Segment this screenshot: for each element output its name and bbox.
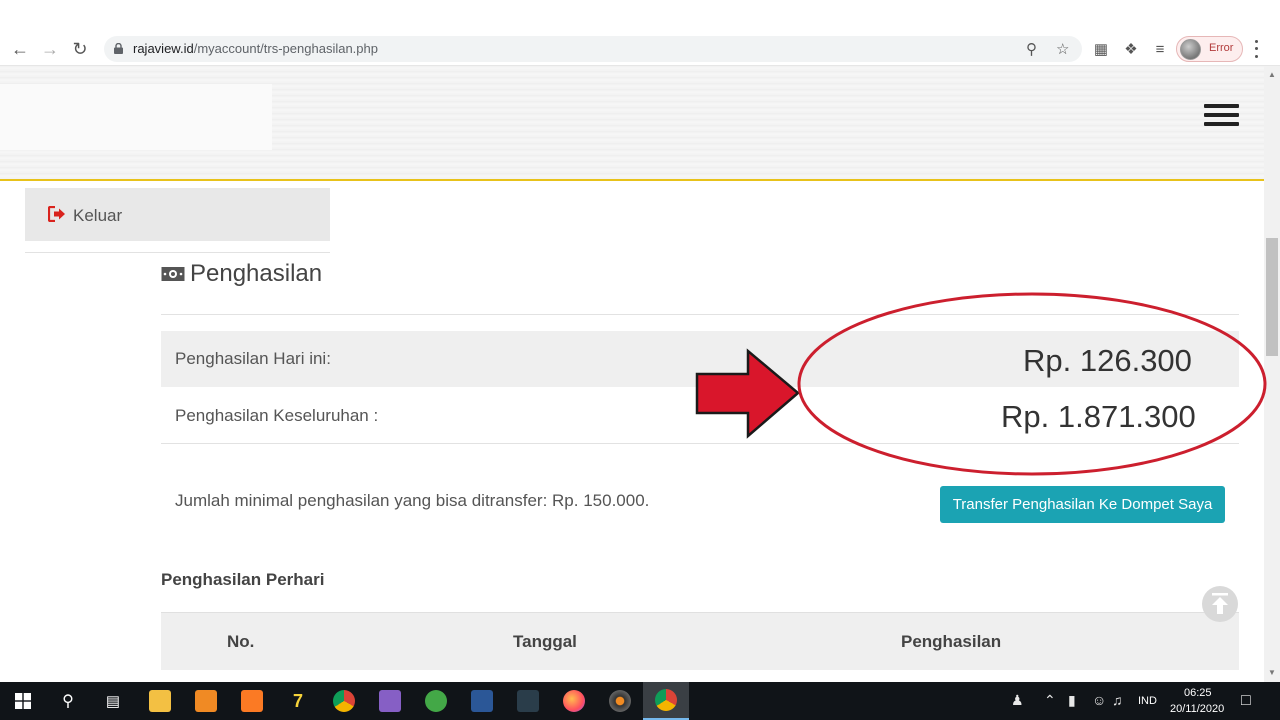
profile-button[interactable]: Error (1176, 36, 1243, 62)
folder-icon (149, 690, 171, 712)
wifi-icon[interactable]: ☺ (1092, 692, 1106, 708)
divider (161, 314, 1239, 315)
taskbar-app-visual-studio[interactable] (367, 682, 413, 720)
taskbar-app-sublime-text[interactable] (183, 682, 229, 720)
arrow-up-icon (1212, 593, 1228, 614)
column-header-no: No. (227, 632, 255, 651)
page-title: Penghasilan (190, 260, 323, 287)
sidebar-divider (25, 252, 330, 253)
address-bar[interactable]: rajaview.id/myaccount/trs-penghasilan.ph… (104, 36, 1082, 62)
task-view-button[interactable]: ▤ (90, 682, 136, 720)
column-header-earnings: Penghasilan (901, 632, 1002, 651)
earnings-today-row: Penghasilan Hari ini: Rp. 126.300 (161, 331, 1239, 387)
taskbar-app-file-explorer[interactable] (137, 682, 183, 720)
taskbar-app-evernote[interactable] (413, 682, 459, 720)
reload-icon[interactable]: ↻ (67, 36, 93, 62)
scroll-thumb[interactable] (1266, 238, 1278, 356)
minimum-transfer-note: Jumlah minimal penghasilan yang bisa dit… (175, 491, 650, 510)
input-language[interactable]: IND (1138, 695, 1157, 707)
sidebar-item-label: Keluar (73, 206, 123, 225)
volume-icon[interactable]: ♫ (1112, 692, 1123, 708)
taskbar-app-chrome[interactable] (321, 682, 367, 720)
earnings-total-label: Penghasilan Keseluruhan : (175, 406, 379, 425)
sign-out-icon (48, 206, 65, 222)
xampp-icon (241, 690, 263, 712)
earnings-today-label: Penghasilan Hari ini: (175, 349, 331, 368)
page-scrollbar[interactable]: ▲ ▼ (1264, 66, 1280, 682)
money-icon (161, 267, 185, 281)
media-player-icon (609, 690, 631, 712)
chrome-icon (655, 689, 677, 711)
browser-menu-icon[interactable] (1252, 38, 1260, 60)
url-text: rajaview.id/myaccount/trs-penghasilan.ph… (133, 41, 378, 56)
start-button[interactable] (0, 682, 46, 720)
scroll-to-top-button[interactable] (1202, 586, 1238, 622)
notifications-icon[interactable]: □ (1241, 692, 1251, 710)
lock-icon (114, 43, 123, 54)
taskbar-app-xampp[interactable] (229, 682, 275, 720)
scroll-up-arrow-icon[interactable]: ▲ (1268, 70, 1276, 79)
taskbar-app-firefox[interactable] (551, 682, 597, 720)
windows-taskbar: ⚲ ▤ 7 ♟ ⌃ ▮ ☺ ♫ IND 06:25 20/11/2020 □ (0, 682, 1280, 720)
taskbar-app-chrome-active[interactable] (643, 682, 689, 720)
scroll-down-arrow-icon[interactable]: ▼ (1268, 668, 1276, 677)
people-icon[interactable]: ♟ (1011, 692, 1024, 709)
chrome-icon (333, 690, 355, 712)
filmora-icon (517, 690, 539, 712)
sidebar-item-logout[interactable]: Keluar (25, 188, 330, 241)
battery-icon[interactable]: ▮ (1068, 692, 1076, 709)
chevron-up-icon[interactable]: ⌃ (1044, 692, 1056, 709)
daily-earnings-table-header: No. Tanggal Penghasilan (161, 612, 1239, 670)
evernote-icon (425, 690, 447, 712)
firefox-icon (563, 690, 585, 712)
star-icon[interactable]: ☆ (1056, 40, 1069, 58)
browser-toolbar: ← → ↻ rajaview.id/myaccount/trs-penghasi… (0, 0, 1280, 66)
qr-code-icon[interactable]: ▦ (1090, 38, 1112, 60)
sublime-text-icon (195, 690, 217, 712)
search-icon: ⚲ (62, 693, 74, 710)
media-queue-icon[interactable]: ≡ (1149, 38, 1171, 60)
earnings-total-row: Penghasilan Keseluruhan : Rp. 1.871.300 (161, 387, 1239, 443)
taskbar-app-virtualbox[interactable] (459, 682, 505, 720)
taskbar-app-media-player[interactable] (597, 682, 643, 720)
windows-logo-icon (15, 693, 31, 709)
7zip-icon: 7 (292, 690, 303, 711)
divider (161, 443, 1239, 444)
site-header (0, 66, 1264, 181)
earnings-today-value: Rp. 126.300 (1023, 343, 1192, 378)
column-header-date: Tanggal (513, 632, 577, 651)
taskbar-app-7zip[interactable]: 7 (275, 682, 321, 720)
virtualbox-icon (471, 690, 493, 712)
zoom-icon[interactable]: ⚲ (1026, 40, 1037, 58)
hamburger-menu-icon[interactable] (1204, 104, 1239, 126)
earnings-total-value: Rp. 1.871.300 (1001, 399, 1196, 434)
extensions-puzzle-icon[interactable]: ❖ (1120, 38, 1142, 60)
search-button[interactable]: ⚲ (45, 682, 91, 720)
taskbar-app-filmora[interactable] (505, 682, 551, 720)
task-view-icon: ▤ (105, 693, 121, 710)
daily-earnings-heading: Penghasilan Perhari (161, 570, 325, 589)
visual-studio-icon (379, 690, 401, 712)
forward-arrow-icon[interactable]: → (37, 36, 63, 62)
clock-time[interactable]: 06:25 (1184, 687, 1212, 699)
transfer-to-wallet-button[interactable]: Transfer Penghasilan Ke Dompet Saya (940, 486, 1225, 523)
clock-date[interactable]: 20/11/2020 (1170, 703, 1224, 715)
profile-error-label: Error (1209, 42, 1234, 54)
site-logo[interactable] (0, 84, 272, 150)
avatar (1180, 39, 1201, 60)
back-arrow-icon[interactable]: ← (7, 36, 33, 62)
